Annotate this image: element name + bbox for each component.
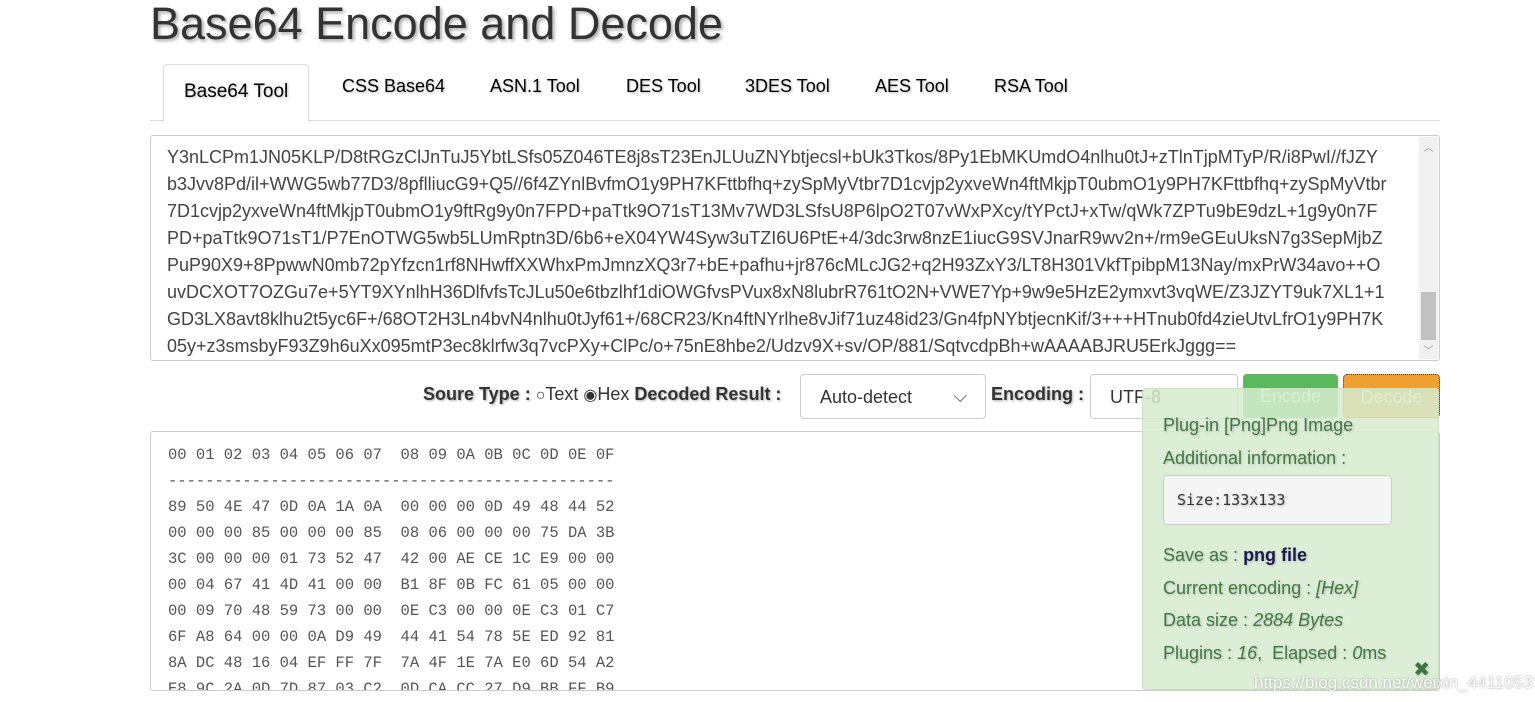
plugins-value: 16 xyxy=(1237,643,1258,663)
hex-line: 00 09 70 48 59 73 00 00 0E C3 00 00 0E C… xyxy=(168,602,615,620)
decoded-result-select[interactable]: Auto-detect ⌵ xyxy=(800,374,986,419)
encoding-info-label: Current encoding : xyxy=(1163,578,1312,598)
input-line: Y3nLCPm1JN05KLP/D8tRGzClJnTuJ5YbtLSfs05Z… xyxy=(167,147,1378,167)
page-title: Base64 Encode and Decode xyxy=(150,0,723,49)
hex-line: 3C 00 00 00 01 73 52 47 42 00 AE CE 1C E… xyxy=(168,550,615,568)
tab-des-tool[interactable]: DES Tool xyxy=(626,76,701,97)
scrollbar-thumb[interactable] xyxy=(1421,292,1436,340)
tab-css-base64[interactable]: CSS Base64 xyxy=(342,76,445,97)
tab-base64-tool[interactable]: Base64 Tool xyxy=(163,64,310,122)
tab-aes-tool[interactable]: AES Tool xyxy=(875,76,949,97)
radio-text[interactable]: ○ xyxy=(536,387,546,404)
input-line: 05y+z3smsbyF93Z9h6uXx095mtP3ec8klrfw3q7v… xyxy=(167,336,1237,356)
watermark: https://blog.csdn.net/weixin_44110537 xyxy=(1254,673,1535,692)
input-scrollbar[interactable]: ︿ ﹀ xyxy=(1419,137,1438,359)
base64-input-text: Y3nLCPm1JN05KLP/D8tRGzClJnTuJ5YbtLSfs05Z… xyxy=(167,136,1387,360)
radio-hex[interactable]: ◉ xyxy=(583,387,597,404)
hex-line: 8A DC 48 16 04 EF FF 7F 7A 4F 1E 7A E0 6… xyxy=(168,654,615,672)
scroll-down-icon[interactable]: ﹀ xyxy=(1419,342,1438,357)
hex-line: ----------------------------------------… xyxy=(168,472,615,490)
elapsed-unit: ms xyxy=(1362,643,1387,663)
decode-info-popup: Plug-in [Png]Png Image Additional inform… xyxy=(1142,388,1439,690)
scroll-up-icon[interactable]: ︿ xyxy=(1419,139,1438,154)
save-as-link[interactable]: png file xyxy=(1243,545,1307,565)
save-as-label: Save as : xyxy=(1163,545,1239,565)
additional-info-box: Size:133x133 xyxy=(1163,475,1392,525)
input-line: b3Jvv8Pd/il+WWG5wb77D3/8pflliucG9+Q5//6f… xyxy=(167,174,1387,194)
input-line: uvDCXOT7OZGu7e+5YT9XYnlhH36DlfvfsTcJLu50… xyxy=(167,282,1385,302)
hex-line: 00 00 00 85 00 00 00 85 08 06 00 00 00 7… xyxy=(168,524,615,542)
source-type-group: Soure Type : ○Text ◉Hex Decoded Result : xyxy=(423,384,781,428)
hex-line: 00 04 67 41 4D 41 00 00 B1 8F 0B FC 61 0… xyxy=(168,576,615,594)
tab-3des-tool[interactable]: 3DES Tool xyxy=(745,76,830,97)
input-line: PD+paTtk9O71sT1/P7EnOTWG5wb5LUmRptn3D/6b… xyxy=(167,228,1383,248)
chevron-down-icon: ⌵ xyxy=(953,386,967,406)
hex-line: 00 01 02 03 04 05 06 07 08 09 0A 0B 0C 0… xyxy=(168,446,615,464)
decoded-result-label: Decoded Result : xyxy=(634,384,782,404)
base64-input-textarea[interactable]: Y3nLCPm1JN05KLP/D8tRGzClJnTuJ5YbtLSfs05Z… xyxy=(150,135,1440,361)
tab-bar: Base64 Tool CSS Base64 ASN.1 Tool DES To… xyxy=(150,64,1440,122)
hex-output-text: 00 01 02 03 04 05 06 07 08 09 0A 0B 0C 0… xyxy=(168,442,615,691)
elapsed-label: Elapsed : xyxy=(1272,643,1348,663)
additional-info-label: Additional information : xyxy=(1163,448,1347,468)
elapsed-value: 0 xyxy=(1352,643,1363,663)
plugin-name: Plug-in [Png]Png Image xyxy=(1163,415,1354,435)
encoding-label: Encoding : xyxy=(991,384,1084,404)
hex-line: E8 9C 2A 0D 7D 87 03 C2 0D CA CC 27 D9 B… xyxy=(168,680,615,691)
plugins-label: Plugins : xyxy=(1163,643,1233,663)
tab-asn1-tool[interactable]: ASN.1 Tool xyxy=(490,76,580,97)
encoding-info-value: [Hex] xyxy=(1316,578,1359,598)
radio-text-label[interactable]: Text xyxy=(545,384,578,404)
data-size-label: Data size : xyxy=(1163,610,1249,630)
radio-hex-label[interactable]: Hex xyxy=(597,384,629,404)
input-line: 7D1cvjp2yxveWn4ftMkjpT0ubmO1y9ftRg9y0n7F… xyxy=(167,201,1378,221)
input-line: PuP90X9+8PpwwN0mb72pYfzcn1rf8NHwffXXWhxP… xyxy=(167,255,1381,275)
decoded-result-value: Auto-detect xyxy=(820,387,913,407)
input-line: GD3LX8avt8klhu2t5yc6F+/68OT2H3Ln4bvN4nlh… xyxy=(167,309,1384,329)
hex-line: 6F A8 64 00 00 0A D9 49 44 41 54 78 5E E… xyxy=(168,628,615,646)
tab-rsa-tool[interactable]: RSA Tool xyxy=(994,76,1068,97)
hex-line: 89 50 4E 47 0D 0A 1A 0A 00 00 00 0D 49 4… xyxy=(168,498,615,516)
data-size-value: 2884 Bytes xyxy=(1253,610,1344,630)
source-type-label: Soure Type : xyxy=(423,384,531,404)
